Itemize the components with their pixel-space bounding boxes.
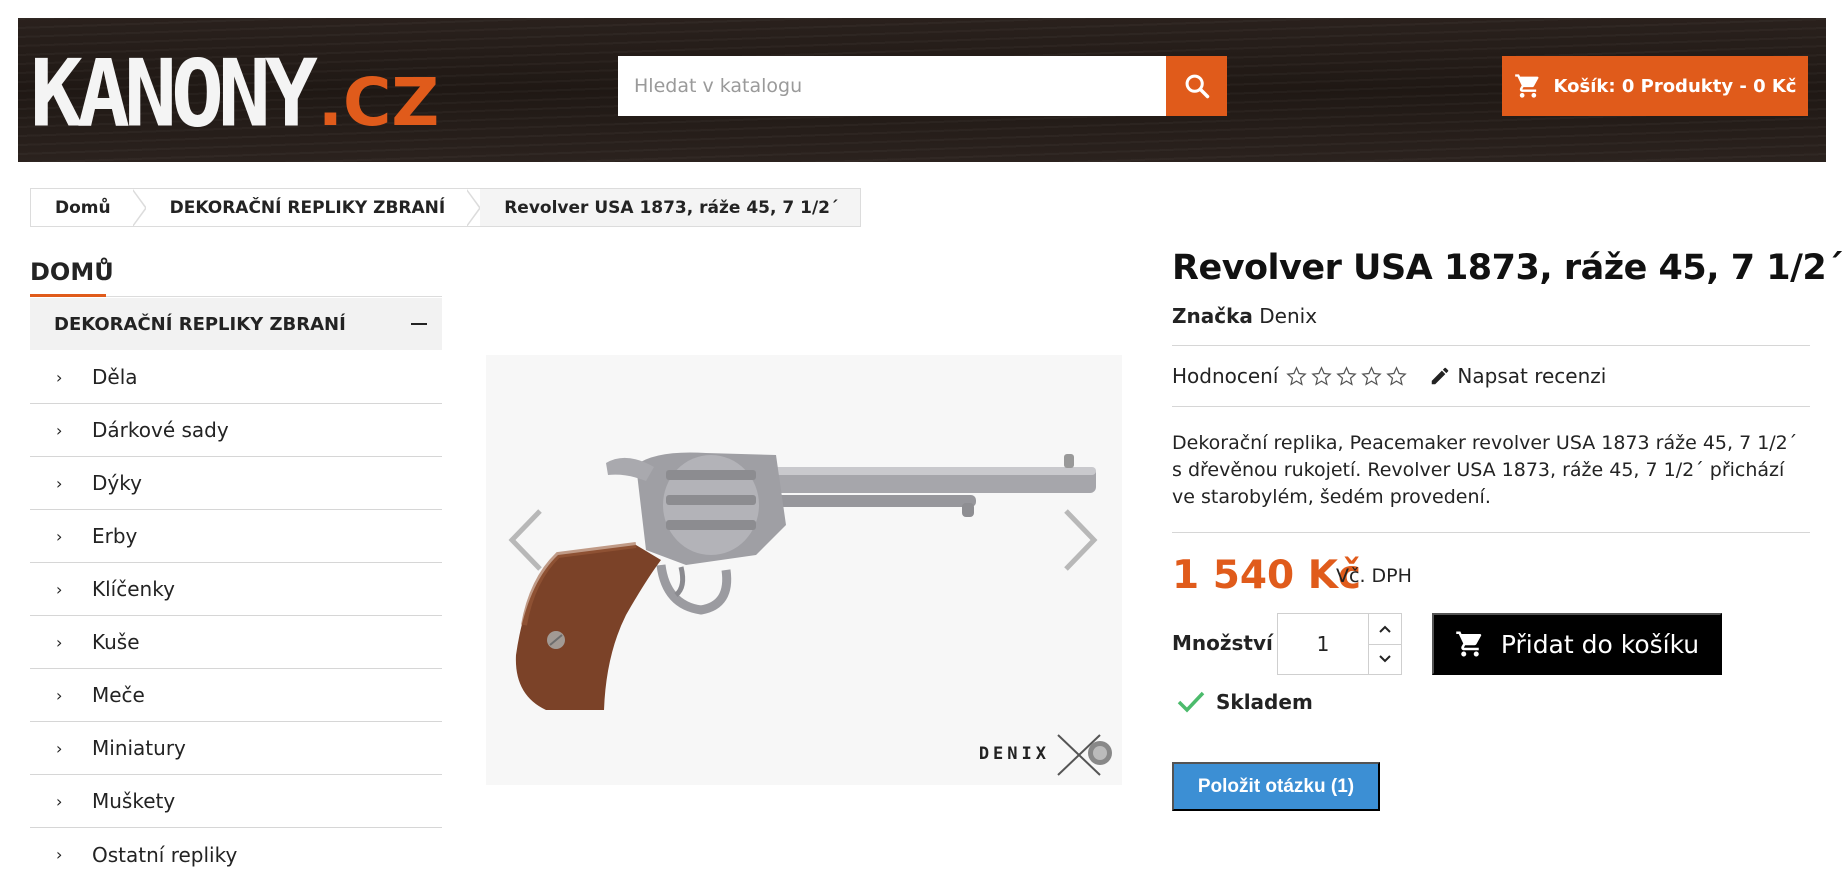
write-review-link[interactable]: Napsat recenzi	[1429, 364, 1606, 388]
stock-label: Skladem	[1216, 690, 1313, 714]
sidebar-item-kuse[interactable]: › Kuše	[30, 616, 442, 669]
sidebar-item-mece[interactable]: › Meče	[30, 669, 442, 722]
sidebar-list: › Děla › Dárkové sady › Dýky › Erby › Klíčenk…	[30, 351, 442, 881]
search-button[interactable]	[1166, 56, 1227, 116]
chevron-right-icon: ›	[56, 791, 63, 811]
breadcrumb-current: Revolver USA 1873, ráže 45, 7 1/2´	[480, 189, 861, 226]
sidebar-item-label: Miniatury	[92, 736, 186, 760]
search-input[interactable]	[618, 56, 1166, 116]
sidebar-item-label: Klíčenky	[92, 577, 175, 601]
site-logo[interactable]: KANONY .CZ	[30, 39, 440, 148]
chevron-right-icon: ›	[56, 685, 63, 705]
search-icon	[1185, 74, 1209, 99]
quantity-increase-button[interactable]	[1369, 614, 1401, 645]
chevron-right-icon: ›	[56, 738, 63, 758]
pencil-icon	[1432, 367, 1449, 385]
quantity-steps	[1368, 614, 1401, 674]
sidebar-item-label: Meče	[92, 683, 145, 707]
chevron-right-icon: ›	[56, 632, 63, 652]
chevron-right-icon: ›	[56, 845, 63, 864]
chevron-right-icon: ›	[56, 367, 63, 387]
search-form	[618, 56, 1230, 116]
write-review-label: Napsat recenzi	[1457, 364, 1607, 388]
quantity-label: Množství	[1172, 631, 1273, 655]
vat-note: Vč. DPH	[1336, 565, 1412, 587]
ask-question-button[interactable]: Položit otázku (1)	[1172, 762, 1380, 811]
add-to-cart-button[interactable]: Přidat do košíku	[1432, 613, 1722, 675]
sidebar-item-label: Muškety	[92, 789, 176, 813]
chevron-up-icon	[1379, 625, 1391, 633]
sidebar-item-label: Děla	[92, 365, 138, 389]
breadcrumb: Domů DEKORAČNÍ REPLIKY ZBRANÍ Revolver U…	[30, 188, 862, 227]
product-title: Revolver USA 1873, ráže 45, 7 1/2´	[1172, 248, 1844, 288]
logo-tld: .CZ	[317, 64, 440, 141]
divider	[1172, 406, 1810, 407]
carousel-prev-arrow[interactable]	[506, 505, 546, 575]
star-empty-icon	[1336, 365, 1358, 386]
quantity-decrease-button[interactable]	[1369, 645, 1401, 675]
rating-label: Hodnocení	[1172, 364, 1279, 388]
sidebar-category-label: DEKORAČNÍ REPLIKY ZBRANÍ	[54, 313, 346, 335]
sidebar-item-dyky[interactable]: › Dýky	[30, 457, 442, 510]
product-price: 1 540 Kč	[1172, 553, 1362, 598]
cart-icon	[1456, 631, 1482, 657]
denix-watermark: DENIX	[979, 731, 1114, 777]
brand-label: Značka	[1172, 304, 1253, 328]
product-image[interactable]	[486, 355, 1122, 785]
product-description: Dekorační replika, Peacemaker revolver U…	[1172, 432, 1798, 508]
breadcrumb-home[interactable]: Domů	[31, 189, 133, 226]
stock-status: Skladem	[1176, 690, 1313, 714]
cart-icon	[1514, 74, 1539, 98]
chevron-right-icon: ›	[56, 579, 63, 599]
chevron-right-icon: ›	[56, 420, 63, 440]
sidebar-item-label: Ostatní repliky	[92, 842, 238, 867]
cart-button[interactable]: Košík: 0 Produkty - 0 Kč	[1502, 56, 1808, 116]
star-empty-icon	[1386, 365, 1408, 386]
star-empty-icon	[1311, 365, 1333, 386]
quantity-stepper	[1277, 613, 1402, 675]
denix-emblem-icon	[1057, 734, 1112, 776]
sidebar-item-label: Kuše	[92, 630, 140, 654]
checkmark-icon	[1177, 691, 1205, 713]
sidebar-item-label: Dárkové sady	[92, 418, 229, 442]
sidebar-item-klicenky[interactable]: › Klíčenky	[30, 563, 442, 616]
chevron-right-icon: ›	[56, 473, 63, 493]
sidebar-item-label: Dýky	[92, 471, 142, 495]
breadcrumb-category[interactable]: DEKORAČNÍ REPLIKY ZBRANÍ	[145, 189, 468, 226]
sidebar-item-dela[interactable]: › Děla	[30, 351, 442, 404]
divider	[1172, 532, 1810, 533]
sidebar-item-darkove-sady[interactable]: › Dárkové sady	[30, 404, 442, 457]
chevron-down-icon	[1379, 655, 1391, 663]
carousel-next-arrow[interactable]	[1060, 505, 1100, 575]
star-empty-icon	[1286, 365, 1308, 386]
collapse-icon[interactable]	[410, 315, 428, 333]
star-empty-icon	[1361, 365, 1383, 386]
logo-name: KANONY	[30, 39, 318, 148]
breadcrumb-separator	[131, 188, 147, 227]
watermark-text: DENIX	[978, 744, 1050, 764]
sidebar-title-underline	[30, 294, 106, 297]
product-rating: Hodnocení Napsat recenzi	[1172, 364, 1606, 388]
sidebar-item-erby[interactable]: › Erby	[30, 510, 442, 563]
quantity-input[interactable]	[1278, 614, 1368, 674]
chevron-right-icon: ›	[56, 526, 63, 546]
site-header: KANONY .CZ Košík: 0 Produkty - 0 Kč	[18, 18, 1826, 162]
sidebar-item-musketty[interactable]: › Muškety	[30, 775, 442, 828]
add-to-cart-label: Přidat do košíku	[1500, 629, 1700, 659]
sidebar-title[interactable]: DOMŮ	[30, 258, 114, 286]
sidebar-category[interactable]: DEKORAČNÍ REPLIKY ZBRANÍ	[30, 298, 442, 350]
sidebar-item-miniatury[interactable]: › Miniatury	[30, 722, 442, 775]
cart-label: Košík: 0 Produkty - 0 Kč	[1553, 75, 1797, 97]
breadcrumb-separator	[466, 188, 482, 227]
sidebar-item-label: Erby	[92, 524, 138, 548]
product-image-carousel: DENIX	[486, 355, 1122, 785]
sidebar-item-ostatni-repliky[interactable]: › Ostatní repliky	[30, 828, 442, 881]
brand-link[interactable]: Denix	[1259, 304, 1317, 328]
divider	[1172, 345, 1810, 346]
product-brand: Značka Denix	[1172, 304, 1317, 328]
rating-stars	[1286, 365, 1408, 387]
